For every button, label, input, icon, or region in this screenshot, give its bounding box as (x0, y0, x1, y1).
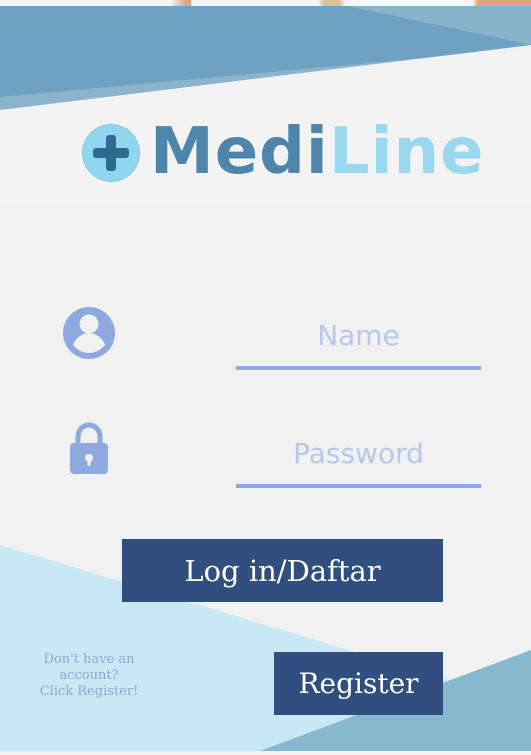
name-input[interactable] (236, 312, 481, 358)
register-button[interactable]: Register (274, 652, 443, 715)
register-hint-line-2: Click Register! (39, 684, 139, 699)
user-icon (60, 300, 118, 360)
medical-plus-icon (82, 124, 140, 182)
login-button[interactable]: Log in/Daftar (122, 539, 443, 602)
logo-medi-text: Medi (150, 115, 329, 189)
register-hint-line-1: Don't have an account? (43, 652, 135, 683)
name-input-underline (236, 366, 481, 370)
name-input-container[interactable] (236, 312, 481, 370)
logo-line-text: Line (328, 115, 485, 189)
register-hint: Don't have an account? Click Register! (16, 652, 162, 700)
name-field-row (0, 300, 531, 380)
password-input-container[interactable] (236, 430, 481, 488)
app-logo: MediLine (82, 118, 485, 188)
password-input-underline (236, 484, 481, 488)
password-field-row (0, 418, 531, 498)
lock-icon (60, 418, 118, 478)
logo-wordmark: MediLine (150, 120, 485, 184)
top-decorative-stripe (0, 0, 531, 6)
password-input[interactable] (236, 430, 481, 476)
